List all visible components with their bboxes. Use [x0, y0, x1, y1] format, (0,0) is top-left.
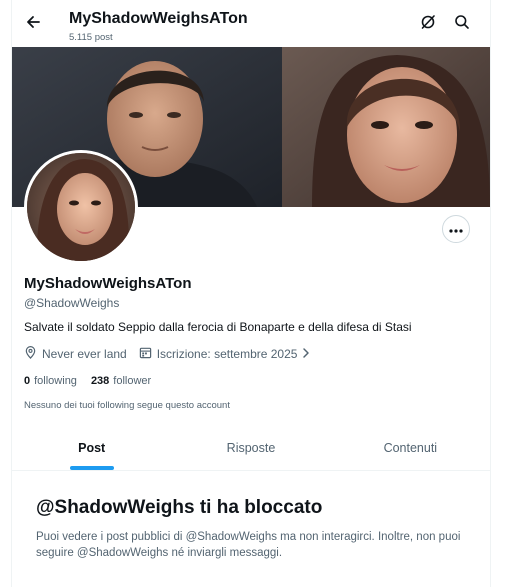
- search-icon: [454, 14, 470, 35]
- profile-tabs: Post Risposte Contenuti: [12, 426, 490, 471]
- followers-label: follower: [113, 375, 152, 387]
- profile-header: MyShadowWeighsATon 5.115 post: [12, 0, 490, 47]
- back-button[interactable]: [22, 13, 44, 35]
- join-date[interactable]: Iscrizione: settembre 2025: [139, 346, 317, 362]
- tab-label: Risposte: [226, 441, 276, 455]
- location: Never ever land: [24, 346, 127, 362]
- blocked-title: @ShadowWeighs ti ha bloccato: [36, 497, 323, 518]
- post-count: 5.115 post: [69, 32, 113, 43]
- avatar[interactable]: [24, 150, 138, 264]
- followers-you-know-note: Nessuno dei tuoi following segue questo …: [24, 400, 230, 411]
- arrow-left-icon: [25, 14, 41, 35]
- active-tab-indicator: [69, 466, 114, 470]
- blocked-description: Puoi vedere i post pubblici di @ShadowWe…: [36, 531, 461, 559]
- grok-icon: [420, 14, 436, 35]
- followers-count: 238: [90, 375, 110, 387]
- following-label: following: [34, 375, 77, 387]
- profile-meta: Never ever land Iscrizione: settembre 20…: [24, 346, 316, 362]
- following-link[interactable]: 0 following: [24, 375, 77, 387]
- header-title: MyShadowWeighsATon: [69, 10, 248, 27]
- tab-risposte[interactable]: Risposte: [171, 426, 330, 470]
- chevron-right-icon: [297, 347, 316, 362]
- bio: Salvate il soldato Seppio dalla ferocia …: [24, 320, 412, 334]
- handle: @ShadowWeighs: [24, 296, 120, 310]
- tab-label: Post: [78, 441, 106, 455]
- calendar-icon: [139, 346, 157, 362]
- tab-label: Contenuti: [383, 441, 438, 455]
- following-count: 0: [24, 375, 31, 387]
- grok-button[interactable]: [418, 14, 438, 34]
- more-options-button[interactable]: [442, 215, 470, 243]
- location-text: Never ever land: [42, 347, 127, 361]
- join-date-text: Iscrizione: settembre 2025: [156, 347, 298, 361]
- tab-post[interactable]: Post: [12, 426, 171, 470]
- tab-contenuti[interactable]: Contenuti: [331, 426, 490, 470]
- follow-stats: 0 following 238 follower: [24, 375, 151, 387]
- more-icon: [449, 220, 463, 238]
- profile-page: MyShadowWeighsATon 5.115 post MyShadowWe…: [11, 0, 491, 587]
- search-button[interactable]: [452, 14, 472, 34]
- followers-link[interactable]: 238 follower: [91, 375, 151, 387]
- location-pin-icon: [24, 346, 42, 362]
- display-name: MyShadowWeighsATon: [24, 275, 192, 292]
